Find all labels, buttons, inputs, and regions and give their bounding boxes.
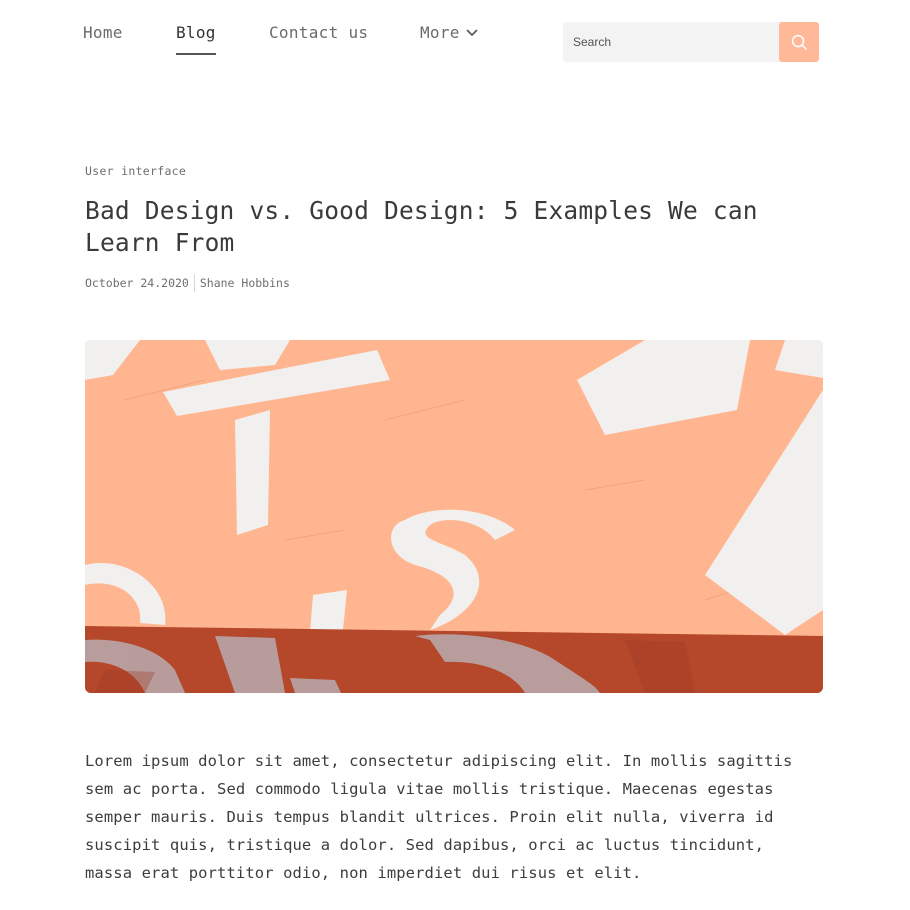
nav-link-contact[interactable]: Contact us <box>269 22 368 44</box>
chevron-down-icon <box>466 29 478 36</box>
meta-divider <box>193 274 195 292</box>
search-icon <box>791 34 807 50</box>
article-author[interactable]: Shane Hobbins <box>200 274 290 292</box>
hero-image <box>85 340 823 693</box>
nav-link-home[interactable]: Home <box>83 22 123 44</box>
nav-more-dropdown[interactable]: More <box>420 22 478 44</box>
nav-more-label: More <box>420 23 460 42</box>
search-box <box>563 22 819 62</box>
hero-illustration <box>85 340 823 693</box>
article-date: October 24.2020 <box>85 276 189 290</box>
search-button[interactable] <box>779 22 819 62</box>
search-input[interactable] <box>563 22 779 62</box>
top-navigation: Home Blog Contact us More <box>0 0 910 80</box>
nav-link-blog[interactable]: Blog <box>176 22 216 55</box>
article-meta: October 24.2020 Shane Hobbins <box>85 274 290 292</box>
article-category[interactable]: User interface <box>85 163 186 179</box>
article-body: Lorem ipsum dolor sit amet, consectetur … <box>85 752 793 882</box>
article-title: Bad Design vs. Good Design: 5 Examples W… <box>85 196 758 257</box>
